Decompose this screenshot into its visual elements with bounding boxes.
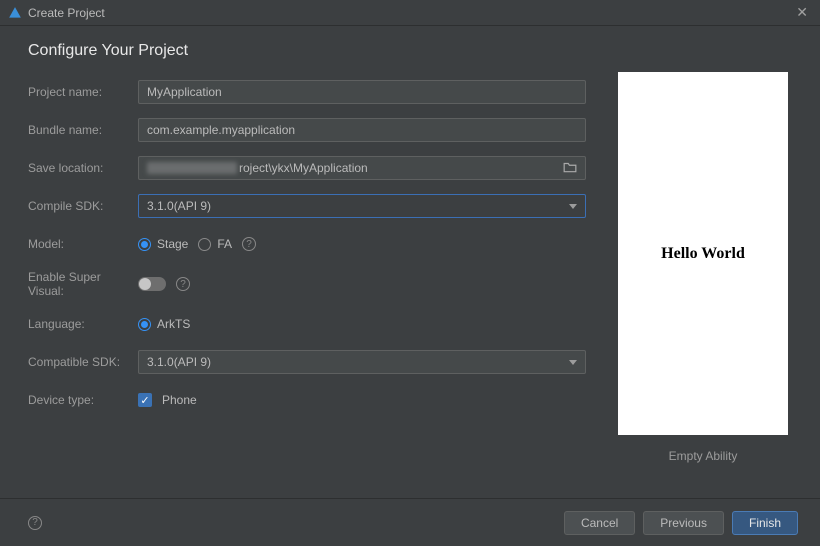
form-column: Configure Your Project Project name: Bun…	[28, 42, 586, 498]
language-radio-arkts-label: ArkTS	[157, 317, 190, 331]
help-icon[interactable]: ?	[28, 516, 42, 530]
project-name-input[interactable]	[147, 85, 577, 99]
footer-bar: ? Cancel Previous Finish	[0, 498, 820, 546]
radio-dot-icon	[138, 318, 151, 331]
label-device-type: Device type:	[28, 393, 138, 407]
label-save-location: Save location:	[28, 161, 138, 175]
compile-sdk-select[interactable]: 3.1.0(API 9)	[138, 194, 586, 218]
row-compatible-sdk: Compatible SDK: 3.1.0(API 9)	[28, 350, 586, 374]
device-type-phone-label: Phone	[162, 393, 197, 407]
template-preview: Hello World	[618, 72, 788, 435]
model-radio-stage[interactable]: Stage	[138, 237, 188, 251]
page-title: Configure Your Project	[28, 42, 586, 60]
cancel-button[interactable]: Cancel	[564, 511, 635, 535]
app-logo-icon	[8, 6, 22, 20]
save-location-suffix: roject\ykx\MyApplication	[239, 161, 368, 175]
window-title: Create Project	[28, 6, 105, 20]
radio-dot-icon	[138, 238, 151, 251]
browse-folder-icon[interactable]	[563, 161, 577, 176]
label-language: Language:	[28, 317, 138, 331]
enable-super-visual-toggle[interactable]	[138, 277, 166, 291]
project-name-input-wrap[interactable]	[138, 80, 586, 104]
label-model: Model:	[28, 237, 138, 251]
preview-text: Hello World	[661, 245, 745, 263]
row-bundle-name: Bundle name:	[28, 118, 586, 142]
preview-column: Hello World Empty Ability	[614, 42, 792, 498]
help-icon[interactable]: ?	[176, 277, 190, 291]
compatible-sdk-value: 3.1.0(API 9)	[147, 355, 211, 369]
previous-button[interactable]: Previous	[643, 511, 724, 535]
row-device-type: Device type: ✓ Phone	[28, 388, 586, 412]
row-enable-super-visual: Enable Super Visual: ?	[28, 270, 586, 298]
help-icon[interactable]: ?	[242, 237, 256, 251]
compatible-sdk-select[interactable]: 3.1.0(API 9)	[138, 350, 586, 374]
chevron-down-icon	[569, 204, 577, 209]
titlebar: Create Project ✕	[0, 0, 820, 26]
label-compile-sdk: Compile SDK:	[28, 199, 138, 213]
row-project-name: Project name:	[28, 80, 586, 104]
finish-button[interactable]: Finish	[732, 511, 798, 535]
save-location-input-wrap[interactable]: roject\ykx\MyApplication	[138, 156, 586, 180]
label-bundle-name: Bundle name:	[28, 123, 138, 137]
close-icon[interactable]: ✕	[792, 4, 812, 21]
row-save-location: Save location: roject\ykx\MyApplication	[28, 156, 586, 180]
bundle-name-input-wrap[interactable]	[138, 118, 586, 142]
preview-caption: Empty Ability	[669, 449, 738, 463]
model-radio-stage-label: Stage	[157, 237, 188, 251]
content-area: Configure Your Project Project name: Bun…	[0, 26, 820, 498]
model-radio-fa[interactable]: FA	[198, 237, 232, 251]
language-radio-arkts[interactable]: ArkTS	[138, 317, 190, 331]
radio-dot-icon	[198, 238, 211, 251]
model-radio-fa-label: FA	[217, 237, 232, 251]
device-type-phone-checkbox[interactable]: ✓	[138, 393, 152, 407]
chevron-down-icon	[569, 360, 577, 365]
row-language: Language: ArkTS	[28, 312, 586, 336]
label-enable-super-visual: Enable Super Visual:	[28, 270, 138, 298]
row-model: Model: Stage FA ?	[28, 232, 586, 256]
label-project-name: Project name:	[28, 85, 138, 99]
bundle-name-input[interactable]	[147, 123, 577, 137]
redacted-path-segment	[147, 162, 237, 174]
row-compile-sdk: Compile SDK: 3.1.0(API 9)	[28, 194, 586, 218]
label-compatible-sdk: Compatible SDK:	[28, 355, 138, 369]
compile-sdk-value: 3.1.0(API 9)	[147, 199, 211, 213]
